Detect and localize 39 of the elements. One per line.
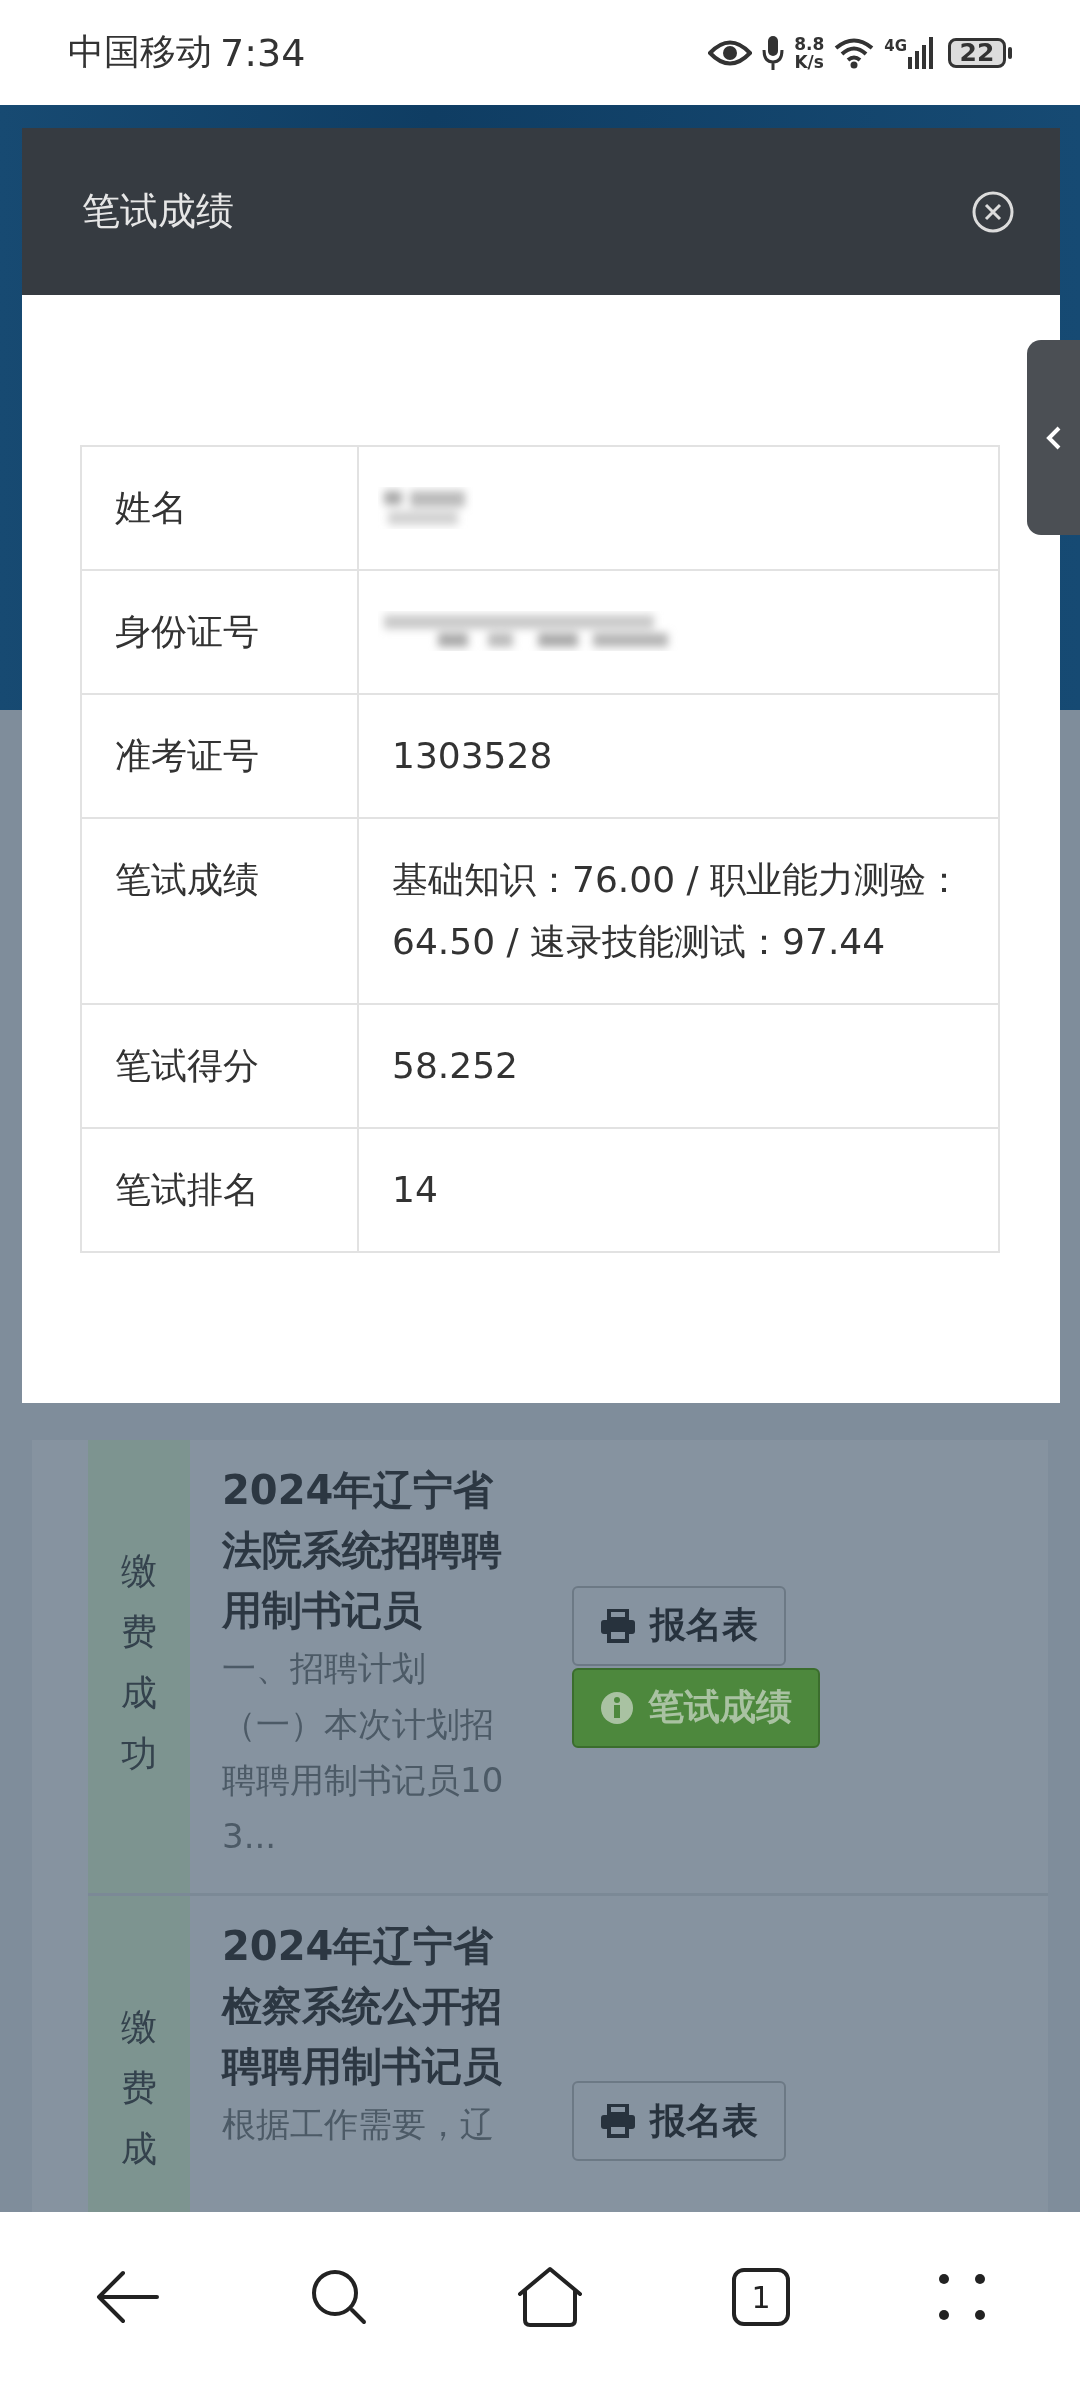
- field-label: 笔试得分: [81, 1004, 358, 1128]
- back-icon[interactable]: [94, 2269, 161, 2325]
- field-label: 笔试排名: [81, 1128, 358, 1252]
- exam-description: 一、招聘计划: [222, 1647, 427, 1690]
- chevron-left-icon: [1045, 424, 1062, 451]
- close-icon[interactable]: [971, 189, 1015, 234]
- network-speed: 8.8 K/s: [794, 34, 825, 71]
- field-label: 准考证号: [81, 694, 358, 818]
- wifi-icon: [834, 36, 875, 69]
- registration-form-button[interactable]: 报名表: [572, 1585, 786, 1666]
- field-value: 1303528: [392, 734, 554, 778]
- payment-status: 缴费成: [121, 2005, 157, 2171]
- exam-title[interactable]: 2024年辽宁省检察系统公开招聘聘用制书记员: [222, 1916, 507, 2096]
- field-label: 姓名: [81, 446, 358, 570]
- more-icon[interactable]: [939, 2274, 986, 2320]
- exam-description: （一）本次计划招聘聘用制书记员103...: [222, 1703, 505, 1858]
- field-label: 笔试成绩: [81, 818, 358, 1004]
- payment-status: 缴费成功: [121, 1549, 157, 1776]
- field-value: 基础知识：76.00 / 职业能力测验：64.50 / 速录技能测试：97.44: [392, 858, 964, 964]
- clock-time: 7:34: [220, 30, 306, 75]
- field-value: 14: [392, 1168, 439, 1212]
- registration-form-button[interactable]: 报名表: [572, 2081, 786, 2161]
- exam-description: 根据工作需要，辽: [222, 2103, 495, 2146]
- side-panel-handle[interactable]: [1027, 340, 1080, 535]
- search-icon[interactable]: [309, 2268, 368, 2326]
- home-icon[interactable]: [516, 2266, 583, 2328]
- field-label: 身份证号: [81, 570, 358, 694]
- info-icon: [600, 1690, 634, 1725]
- exam-title[interactable]: 2024年辽宁省法院系统招聘聘用制书记员: [222, 1460, 507, 1640]
- network-type: 4G: [884, 36, 907, 55]
- field-value: 58.252: [392, 1044, 519, 1088]
- dialog-title: 笔试成绩: [82, 188, 234, 235]
- tabs-count-button[interactable]: 1: [732, 2268, 791, 2326]
- microphone-icon: [762, 34, 785, 71]
- battery-level: 22: [948, 37, 1006, 68]
- printer-icon: [600, 1608, 636, 1643]
- carrier-name: 中国移动: [68, 30, 212, 74]
- written-score-button[interactable]: 笔试成绩: [572, 1667, 820, 1748]
- printer-icon: [600, 2104, 636, 2138]
